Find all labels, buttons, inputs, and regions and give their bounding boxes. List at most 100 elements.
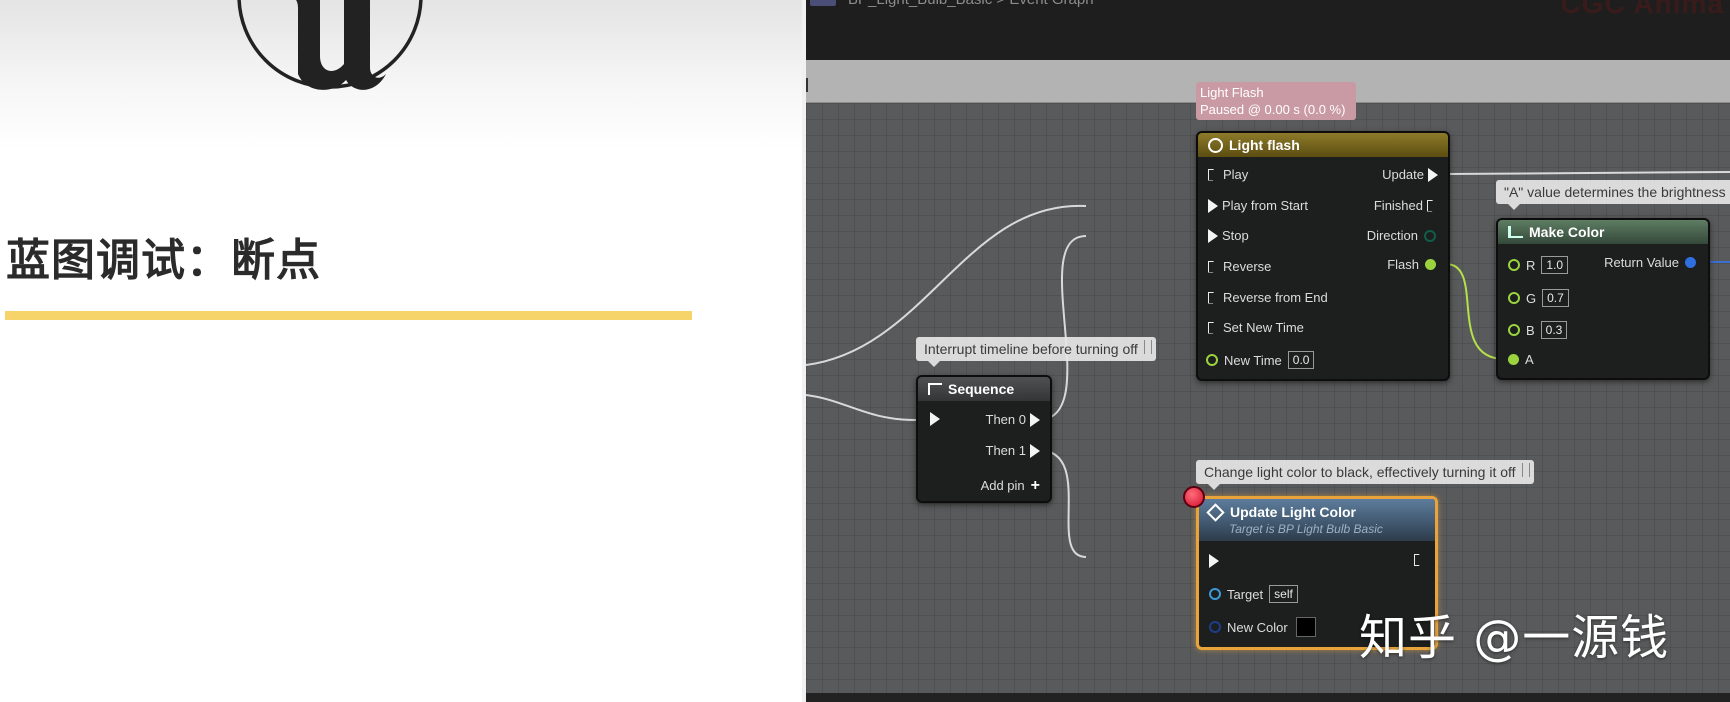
- add-pin-label: Add pin: [980, 478, 1025, 493]
- pin-comment-icon[interactable]: [1143, 340, 1152, 354]
- pin-label: Then 0: [985, 412, 1026, 427]
- title-underline: [5, 311, 692, 320]
- pin-label: Play from Start: [1222, 198, 1308, 213]
- pin-label: Stop: [1222, 228, 1249, 243]
- pin-label: Finished: [1373, 198, 1423, 213]
- pin-flash[interactable]: Flash: [1387, 257, 1442, 272]
- blueprint-editor: BP_Light_Bulb_Basic > Event Graph CGC An…: [806, 0, 1730, 702]
- exec-in-pin-icon: [1208, 260, 1217, 273]
- timeline-node[interactable]: Light flash Play Play from Start Stop Re…: [1196, 131, 1450, 381]
- pin-g[interactable]: G 0.7: [1506, 289, 1569, 307]
- comment-text: "A" value determines the brightness: [1504, 184, 1726, 200]
- float-pin-icon: [1425, 259, 1436, 270]
- pin-play-from-start[interactable]: Play from Start: [1204, 198, 1308, 213]
- pin-label: R: [1526, 257, 1536, 273]
- pin-label: Flash: [1387, 257, 1419, 272]
- float-pin-icon: [1508, 354, 1519, 365]
- pin-target[interactable]: Target self: [1207, 585, 1298, 603]
- struct-pin-icon: [1685, 257, 1696, 268]
- sequence-node[interactable]: Sequence Then 0 Then 1 Add pin +: [916, 375, 1052, 503]
- pin-new-time[interactable]: New Time 0.0: [1204, 351, 1315, 369]
- target-input[interactable]: self: [1269, 585, 1298, 603]
- update-light-title: Update Light Color: [1230, 504, 1356, 520]
- pin-reverse[interactable]: Reverse: [1204, 259, 1271, 274]
- pin-label: Then 1: [985, 443, 1026, 458]
- pin-label: Update: [1382, 167, 1424, 182]
- pin-new-color[interactable]: New Color: [1207, 617, 1316, 637]
- pin-label: A: [1525, 352, 1534, 367]
- comment-text: Change light color to black, effectively…: [1204, 464, 1516, 480]
- exec-in-pin-icon: [1208, 291, 1217, 304]
- exec-wire-to-sequence: [806, 394, 917, 421]
- pin-direction[interactable]: Direction: [1367, 228, 1442, 243]
- exec-out-pin-icon: [1030, 443, 1040, 458]
- make-color-comment: "A" value determines the brightness: [1496, 180, 1730, 210]
- unreal-engine-logo-icon: [237, 0, 423, 90]
- float-pin-icon: [1206, 354, 1218, 366]
- update-light-header[interactable]: Update Light Color Target is BP Light Bu…: [1199, 499, 1435, 541]
- pin-finished[interactable]: Finished: [1374, 198, 1442, 213]
- r-input[interactable]: 1.0: [1541, 256, 1569, 274]
- pin-r[interactable]: R 1.0: [1506, 256, 1569, 274]
- add-pin-button[interactable]: Add pin +: [980, 476, 1040, 494]
- timeline-status-text: Paused @ 0.00 s (0.0 %): [1200, 102, 1346, 117]
- pin-set-new-time[interactable]: Set New Time: [1204, 320, 1304, 335]
- pin-update[interactable]: Update: [1382, 167, 1442, 182]
- enum-pin-icon: [1424, 229, 1436, 242]
- sequence-header[interactable]: Sequence: [918, 377, 1050, 401]
- pin-then1[interactable]: Then 1: [986, 443, 1044, 458]
- update-light-subtitle: Target is BP Light Bulb Basic: [1229, 522, 1383, 536]
- new-color-swatch[interactable]: [1295, 617, 1316, 637]
- exec-in-pin-icon: [930, 412, 940, 426]
- b-input[interactable]: 0.3: [1540, 321, 1568, 339]
- timeline-status-bubble: Light Flash Paused @ 0.00 s (0.0 %): [1196, 82, 1356, 120]
- pin-label: G: [1526, 290, 1537, 306]
- float-pin-icon: [1508, 292, 1520, 304]
- pin-label: New Time: [1224, 352, 1282, 368]
- breakpoint-icon[interactable]: [1183, 486, 1205, 508]
- pin-return-value[interactable]: Return Value: [1604, 255, 1702, 270]
- zhihu-watermark: 知乎 @一源钱: [1359, 610, 1670, 666]
- timeline-status-title: Light Flash: [1200, 85, 1264, 100]
- event-diamond-icon: [1206, 502, 1225, 522]
- pin-label: Direction: [1366, 228, 1418, 243]
- float-pin-icon: [1508, 324, 1520, 336]
- timeline-node-title: Light flash: [1229, 137, 1300, 153]
- exec-in-pin-icon: [1208, 321, 1217, 334]
- pin-label: Target: [1227, 586, 1264, 602]
- exec-out-pin-icon: [1414, 554, 1423, 566]
- exec-wire-update-out: [1445, 171, 1730, 175]
- clock-icon: [1208, 137, 1223, 153]
- new-time-input[interactable]: 0.0: [1287, 351, 1315, 369]
- update-exec-in[interactable]: [1205, 554, 1223, 568]
- exec-out-pin-icon: [1428, 167, 1438, 182]
- sequence-exec-in[interactable]: [926, 412, 944, 426]
- update-exec-out[interactable]: [1410, 554, 1429, 566]
- pin-then0[interactable]: Then 0: [986, 412, 1044, 427]
- pin-a[interactable]: A: [1506, 352, 1534, 367]
- sequence-icon: [928, 383, 942, 395]
- plus-icon: +: [1030, 476, 1040, 494]
- update-light-comment: Change light color to black, effectively…: [1196, 460, 1534, 490]
- pin-label: Reverse: [1223, 259, 1272, 274]
- exec-in-pin-icon: [1209, 554, 1219, 568]
- pin-label: Return Value: [1604, 255, 1679, 270]
- pin-b[interactable]: B 0.3: [1506, 321, 1568, 339]
- pin-label: New Color: [1227, 619, 1288, 635]
- pin-label: B: [1526, 322, 1535, 338]
- sequence-title: Sequence: [948, 381, 1015, 397]
- slide-title: 蓝图调试：断点: [6, 235, 321, 286]
- timeline-node-header[interactable]: Light flash: [1198, 133, 1448, 157]
- pin-comment-icon[interactable]: [1521, 463, 1530, 477]
- pin-stop[interactable]: Stop: [1204, 228, 1249, 243]
- object-pin-icon: [1209, 588, 1221, 600]
- make-color-header[interactable]: Make Color: [1498, 220, 1708, 244]
- exec-in-pin-icon: [1208, 198, 1218, 213]
- float-pin-icon: [1508, 259, 1520, 271]
- pin-play[interactable]: Play: [1204, 167, 1248, 182]
- g-input[interactable]: 0.7: [1542, 289, 1569, 307]
- make-color-node[interactable]: Make Color R 1.0 G 0.7 B 0.3 A Return Value: [1496, 218, 1710, 380]
- exec-in-pin-icon: [1208, 228, 1218, 243]
- pin-label: Play: [1223, 167, 1249, 182]
- pin-reverse-from-end[interactable]: Reverse from End: [1204, 290, 1328, 305]
